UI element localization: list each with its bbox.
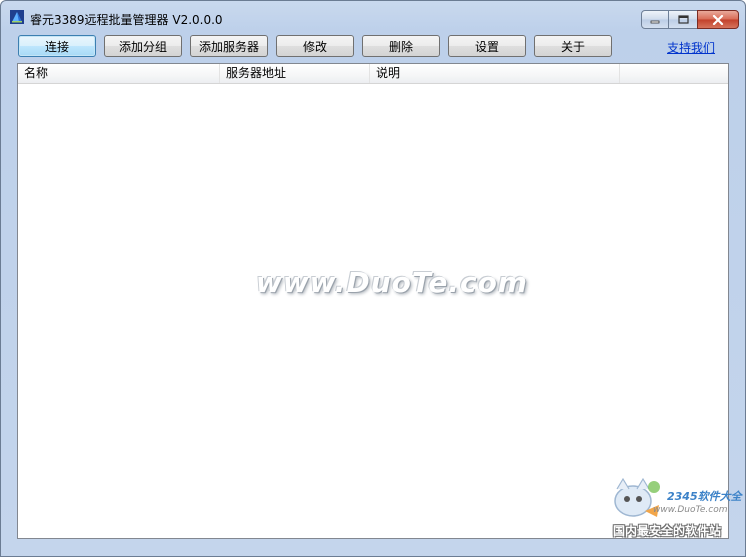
column-header-filler [620, 64, 728, 83]
maximize-button[interactable] [668, 10, 698, 29]
stamp-brand-text: 2345软件大全 [667, 490, 742, 503]
app-icon [10, 10, 24, 24]
edit-button[interactable]: 修改 [276, 35, 354, 57]
toolbar: 连接 添加分组 添加服务器 修改 删除 设置 关于 支持我们 [1, 34, 745, 60]
center-watermark: www.DuoTe.com [256, 266, 528, 299]
column-header-description[interactable]: 说明 [370, 64, 620, 83]
stamp-slogan-text: 国内最安全的软件站 [613, 524, 722, 538]
brand-stamp: 2345软件大全 www.DuoTe.com 国内最安全的软件站 [605, 475, 745, 547]
mascot-icon [614, 477, 660, 517]
restore-icon [677, 15, 689, 24]
minimize-icon [650, 20, 660, 23]
window-controls [641, 10, 739, 29]
server-list[interactable]: 名称 服务器地址 说明 [17, 63, 729, 539]
stamp-url-text: www.DuoTe.com [653, 505, 728, 515]
add-server-button[interactable]: 添加服务器 [190, 35, 268, 57]
add-group-button[interactable]: 添加分组 [104, 35, 182, 57]
minimize-button[interactable] [641, 10, 669, 29]
delete-button[interactable]: 删除 [362, 35, 440, 57]
title-bar[interactable]: 睿元3389远程批量管理器 V2.0.0.0 [1, 1, 745, 31]
list-header: 名称 服务器地址 说明 [18, 64, 728, 84]
window-title: 睿元3389远程批量管理器 V2.0.0.0 [30, 13, 223, 27]
column-header-server-address[interactable]: 服务器地址 [220, 64, 370, 83]
settings-button[interactable]: 设置 [448, 35, 526, 57]
column-header-name[interactable]: 名称 [18, 64, 220, 83]
close-icon [712, 14, 724, 25]
support-us-link[interactable]: 支持我们 [667, 39, 715, 56]
close-button[interactable] [697, 10, 739, 29]
main-window: 睿元3389远程批量管理器 V2.0.0.0 连接 添加分组 添加服务器 修改 … [0, 0, 746, 557]
about-button[interactable]: 关于 [534, 35, 612, 57]
connect-button[interactable]: 连接 [18, 35, 96, 57]
